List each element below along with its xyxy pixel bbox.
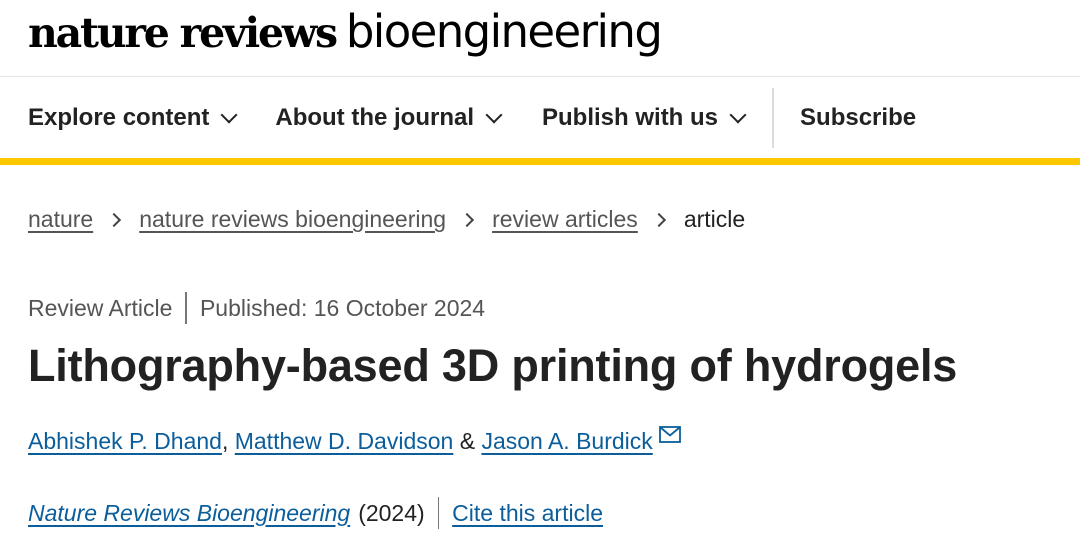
- nav-about-the-journal[interactable]: About the journal: [275, 103, 503, 132]
- author-link[interactable]: Abhishek P. Dhand: [28, 428, 222, 455]
- citation-row: Nature Reviews Bioengineering (2024) Cit…: [28, 497, 603, 529]
- author-link[interactable]: Jason A. Burdick: [481, 428, 652, 455]
- chevron-right-icon: [460, 212, 475, 227]
- nav-subscribe[interactable]: Subscribe: [800, 104, 916, 132]
- article-type: Review Article: [28, 294, 173, 321]
- nav-about-the-journal-label: About the journal: [275, 103, 475, 131]
- page: nature reviews bioengineering Explore co…: [0, 0, 1080, 553]
- journal-logo[interactable]: nature reviews bioengineering: [28, 5, 663, 58]
- breadcrumb: nature nature reviews bioengineering rev…: [28, 206, 745, 233]
- author-separator: ,: [221, 428, 235, 454]
- nav-explore-content-label: Explore content: [28, 103, 210, 131]
- breadcrumb-nature[interactable]: nature: [28, 206, 93, 233]
- main-nav: Explore content About the journal Publis…: [0, 77, 1080, 165]
- logo-wordmark-light: bioengineering: [345, 5, 663, 58]
- cite-this-article-link[interactable]: Cite this article: [452, 500, 603, 527]
- citation-divider: [437, 497, 440, 529]
- article-title: Lithography-based 3D printing of hydroge…: [28, 340, 958, 391]
- breadcrumb-current: article: [683, 206, 746, 232]
- nav-explore-content[interactable]: Explore content: [28, 103, 238, 132]
- nav-divider: [772, 87, 775, 148]
- meta-divider: [185, 292, 187, 324]
- nav-publish-with-us[interactable]: Publish with us: [542, 103, 747, 132]
- breadcrumb-journal[interactable]: nature reviews bioengineering: [139, 206, 446, 233]
- site-header: nature reviews bioengineering: [0, 0, 1080, 77]
- published-date: Published: 16 October 2024: [199, 294, 486, 321]
- author-separator: &: [453, 428, 482, 454]
- chevron-right-icon: [107, 212, 122, 227]
- publication-year: (2024): [358, 499, 425, 526]
- chevron-down-icon: [220, 106, 238, 123]
- logo-wordmark-bold: nature reviews: [28, 9, 338, 57]
- breadcrumb-review-articles[interactable]: review articles: [492, 206, 638, 233]
- chevron-right-icon: [651, 212, 666, 227]
- article-meta: Review Article Published: 16 October 202…: [28, 292, 485, 324]
- chevron-down-icon: [485, 106, 503, 123]
- chevron-down-icon: [729, 106, 747, 123]
- author-link[interactable]: Matthew D. Davidson: [235, 428, 454, 455]
- nav-subscribe-label: Subscribe: [800, 103, 917, 131]
- mail-icon[interactable]: [658, 426, 681, 443]
- author-list: Abhishek P. Dhand , Matthew D. Davidson …: [28, 426, 681, 455]
- nav-publish-with-us-label: Publish with us: [542, 103, 719, 131]
- journal-link[interactable]: Nature Reviews Bioengineering: [28, 500, 350, 527]
